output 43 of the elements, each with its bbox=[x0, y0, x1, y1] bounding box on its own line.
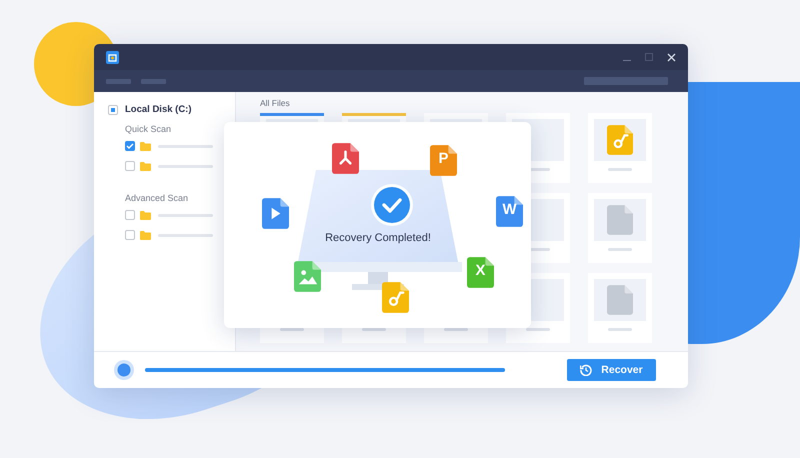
folder-icon bbox=[140, 230, 151, 240]
placeholder-bar bbox=[444, 328, 468, 331]
close-icon[interactable] bbox=[667, 52, 676, 62]
folder-icon bbox=[140, 142, 151, 150]
section-heading: Advanced Scan bbox=[125, 193, 190, 203]
audio-file-icon bbox=[607, 125, 633, 155]
placeholder-bar bbox=[608, 328, 632, 331]
file-card[interactable] bbox=[588, 273, 652, 343]
history-icon bbox=[580, 364, 592, 376]
blank-file-file-icon bbox=[607, 205, 633, 235]
placeholder-bar bbox=[362, 328, 386, 331]
file-card[interactable] bbox=[588, 193, 652, 263]
pdf-file-icon bbox=[332, 143, 359, 174]
placeholder-bar bbox=[608, 248, 632, 251]
checkbox[interactable] bbox=[125, 141, 135, 151]
blank-file-file-icon bbox=[607, 285, 633, 315]
section-heading: Quick Scan bbox=[125, 124, 172, 134]
checkbox[interactable] bbox=[125, 230, 135, 240]
placeholder-bar bbox=[526, 328, 550, 331]
folder-icon bbox=[140, 162, 151, 170]
checkbox[interactable] bbox=[125, 161, 135, 171]
placeholder-bar bbox=[608, 168, 632, 171]
file-card[interactable] bbox=[588, 113, 652, 183]
progress-dot-icon bbox=[114, 360, 134, 380]
placeholder-bar bbox=[280, 328, 304, 331]
drive-label[interactable]: Local Disk (C:) bbox=[125, 104, 192, 115]
checkbox[interactable] bbox=[125, 210, 135, 220]
image-file-icon bbox=[294, 261, 321, 292]
slides-file-icon: P bbox=[430, 145, 457, 176]
status-message: Recovery Completed! bbox=[324, 232, 432, 244]
sheet-file-icon: X bbox=[467, 257, 494, 288]
audio-file-icon bbox=[382, 282, 409, 313]
folder-icon bbox=[140, 210, 151, 220]
doc-file-icon: W bbox=[496, 196, 523, 227]
checkbox[interactable] bbox=[108, 104, 118, 114]
video-file-icon bbox=[262, 198, 289, 229]
menu-placeholder-bar[interactable] bbox=[106, 78, 131, 84]
search-placeholder-bar[interactable] bbox=[584, 77, 668, 85]
menu-placeholder-bar[interactable] bbox=[141, 78, 166, 84]
check-circle-icon bbox=[371, 184, 413, 226]
app-logo-icon bbox=[106, 50, 119, 64]
maximize-icon[interactable] bbox=[645, 53, 653, 61]
section-heading: All Files bbox=[260, 98, 291, 108]
